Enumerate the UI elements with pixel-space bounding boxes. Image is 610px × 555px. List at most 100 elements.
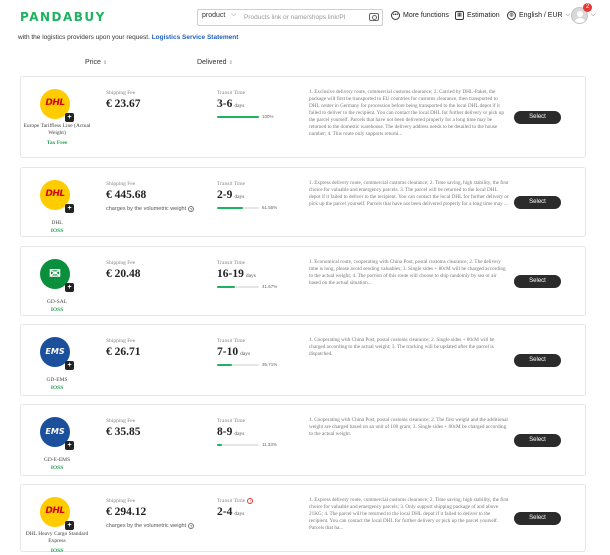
calculator-icon: ▦: [455, 11, 464, 20]
progress-fill: [217, 116, 259, 118]
carrier-info: DHL + DHL Heavy Cargo Standard Express IOSS: [21, 485, 93, 554]
language-currency-selector[interactable]: ◍ English / EUR ⌵: [507, 11, 570, 20]
transit-time-label-text: Transit Time: [217, 418, 246, 424]
select-button[interactable]: Select: [514, 111, 561, 124]
shipping-fee-value: € 445.68: [106, 189, 147, 201]
chevron-down-icon: ⌵: [565, 12, 571, 18]
pandabuy-logo[interactable]: PANDABUY: [20, 10, 106, 24]
sort-delivered[interactable]: Delivered ⇕: [197, 59, 233, 66]
sort-price[interactable]: Price ⇕: [85, 59, 107, 66]
transit-time-value: 8-9 days: [217, 426, 244, 438]
days-unit: days: [234, 194, 245, 200]
select-button[interactable]: Select: [514, 275, 561, 288]
price-column-label: Price: [85, 59, 101, 66]
route-description: 1. Express delivery route, commercial cu…: [309, 497, 509, 531]
transit-time-value: 3-6 days: [217, 98, 244, 110]
question-icon[interactable]: ?: [188, 206, 195, 212]
carrier-logo-text: DHL: [45, 506, 65, 516]
transit-days: 2-9: [217, 189, 233, 201]
estimation-button[interactable]: ▦ Estimation: [455, 11, 500, 20]
transit-time-label: Transit Time: [217, 90, 245, 96]
shipping-fee-value: € 35.85: [106, 426, 141, 438]
select-button[interactable]: Select: [514, 196, 561, 209]
volumetric-note-text: charges by the volumetric weight: [106, 206, 187, 212]
carrier-logo-text: DHL: [45, 189, 65, 199]
on-time-progress-bar: [217, 444, 259, 446]
progress-percent: 35.71%: [262, 362, 278, 367]
days-unit: days: [234, 511, 245, 517]
route-description: 1. Express delivery route, commercial cu…: [309, 180, 509, 207]
transit-days: 3-6: [217, 98, 233, 110]
route-card[interactable]: ✉ + GD-SAL IOSS Shipping Fee € 20.48 Transit T…: [20, 246, 586, 316]
carrier-tag: IOSS: [50, 307, 64, 313]
on-time-progress-bar: [217, 116, 259, 118]
route-description: 1. Cooperating with China Post, postal c…: [309, 417, 508, 437]
transit-time-label-text: Transit Time: [217, 181, 246, 187]
select-button[interactable]: Select: [514, 354, 561, 367]
volumetric-note: charges by the volumetric weight?: [106, 206, 195, 212]
carrier-logo-text: DHL: [45, 98, 65, 108]
carrier-name: GD-E-EMS: [43, 457, 71, 463]
plus-icon: +: [65, 361, 74, 370]
transit-days: 2-4: [217, 506, 233, 518]
search-input[interactable]: [244, 11, 368, 24]
transit-time-value: 2-9 days: [217, 189, 244, 201]
carrier-info: DHL + Europe Tariffless Line (Actual Weigh…: [21, 77, 93, 157]
shipping-fee-label: Shipping Fee: [106, 338, 136, 344]
select-button[interactable]: Select: [514, 512, 561, 525]
days-unit: days: [240, 351, 251, 357]
transit-time-label: Transit Time: [217, 260, 245, 266]
select-button[interactable]: Select: [514, 434, 561, 447]
more-functions-button[interactable]: ••• More functions: [391, 11, 449, 20]
route-card[interactable]: EMS + GD-E-EMS IOSS Shipping Fee € 35.85 Trans…: [20, 404, 586, 476]
search-box[interactable]: product ⌵: [197, 9, 383, 26]
days-unit: days: [234, 431, 245, 437]
carrier-name: GD-SAL: [46, 299, 68, 305]
transit-days: 7-10: [217, 346, 239, 358]
alert-icon[interactable]: !: [247, 498, 254, 504]
transit-time-label: Transit Time!: [217, 498, 254, 504]
carrier-name: Europe Tariffless Line (Actual Weight): [23, 123, 91, 136]
carrier-info: EMS + GD-EMS IOSS: [21, 325, 93, 395]
route-description: 1. Exclusive delivery route, commercial …: [309, 89, 504, 137]
route-card[interactable]: DHL + DHL IOSS Shipping Fee € 445.68 charges b…: [20, 167, 586, 237]
transit-time-value: 2-4 days: [217, 506, 244, 518]
shipping-fee-label: Shipping Fee: [106, 181, 136, 187]
transit-time-label-text: Transit Time: [217, 260, 246, 266]
chevron-down-icon[interactable]: ⌵: [231, 11, 236, 19]
route-card[interactable]: DHL + DHL Heavy Cargo Standard Express IOSS…: [20, 484, 586, 554]
carrier-tag: Tax Free: [46, 140, 68, 146]
question-icon[interactable]: ?: [188, 523, 195, 529]
shipping-fee-label: Shipping Fee: [106, 418, 136, 424]
search-type-select[interactable]: product: [202, 12, 225, 19]
progress-percent: 41.67%: [262, 284, 278, 289]
route-card[interactable]: DHL + Europe Tariffless Line (Actual Weigh…: [20, 76, 586, 158]
on-time-progress-bar: [217, 364, 259, 366]
chevron-down-icon[interactable]: ⌵: [591, 12, 596, 19]
logistics-service-statement-link[interactable]: Logistics Service Statement: [152, 34, 239, 41]
more-icon: •••: [391, 11, 400, 20]
progress-percent: 61.55%: [262, 205, 278, 210]
transit-time-label-text: Transit Time: [217, 90, 246, 96]
on-time-progress-bar: [217, 286, 259, 288]
route-card[interactable]: EMS + GD-EMS IOSS Shipping Fee € 26.71 Transit…: [20, 324, 586, 396]
volumetric-note-text: charges by the volumetric weight: [106, 523, 187, 529]
shipping-fee-label: Shipping Fee: [106, 498, 136, 504]
days-unit: days: [234, 103, 245, 109]
camera-icon[interactable]: [369, 13, 379, 21]
carrier-tag: IOSS: [50, 385, 64, 391]
plus-icon: +: [65, 113, 74, 122]
transit-time-label: Transit Time: [217, 338, 245, 344]
transit-days: 8-9: [217, 426, 233, 438]
carrier-info: EMS + GD-E-EMS IOSS: [21, 405, 93, 475]
transit-time-value: 16-19 days: [217, 268, 256, 280]
shipping-fee-value: € 20.48: [106, 268, 141, 280]
transit-days: 16-19: [217, 268, 244, 280]
progress-percent: 11.33%: [262, 442, 277, 447]
plus-icon: +: [65, 204, 74, 213]
route-description: 1. Economical route, cooperating with Ch…: [309, 259, 506, 286]
transit-time-label-text: Transit Time: [217, 338, 246, 344]
on-time-progress-bar: [217, 207, 259, 209]
shipping-fee-value: € 26.71: [106, 346, 141, 358]
carrier-name: DHL Heavy Cargo Standard Express: [25, 531, 89, 544]
